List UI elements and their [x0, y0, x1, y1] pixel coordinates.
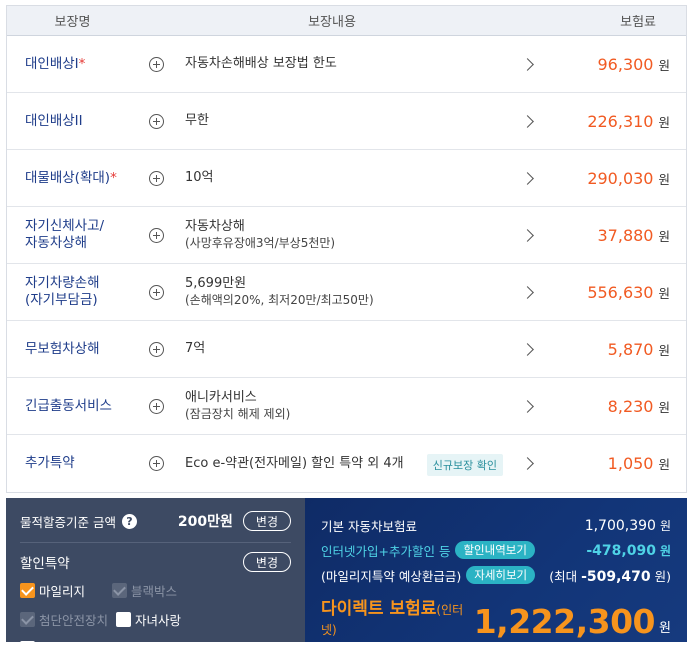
- coverage-content: 자동차상해 (사망후유장애3억/부상5천만): [185, 219, 336, 250]
- discount-checkbox: 블랙박스: [112, 581, 204, 600]
- discount-checkboxes: 마일리지블랙박스첨단안전장치자녀사랑티맵: [20, 581, 291, 647]
- coverage-content: 무한: [185, 113, 209, 128]
- checkbox-icon[interactable]: [116, 612, 131, 627]
- coverage-table: 보장명 보장내용 보험료 대인배상I* 자동차손해배상 보장법 한도 96,300 원…: [6, 5, 687, 493]
- plus-circle-icon[interactable]: [148, 113, 164, 129]
- coverage-premium: 290,030 원: [587, 168, 670, 188]
- plus-circle-icon[interactable]: [148, 56, 164, 72]
- chevron-right-icon[interactable]: [520, 57, 534, 71]
- coverage-premium: 37,880 원: [597, 225, 671, 245]
- view-discount-button[interactable]: 할인내역보기: [455, 541, 535, 559]
- table-row[interactable]: 대인배상II 무한 226,310 원: [7, 93, 686, 150]
- direct-premium-value: 1,222,300: [473, 602, 656, 641]
- coverage-name: 자기신체사고/ 자동차상해: [25, 218, 105, 251]
- plus-circle-icon[interactable]: [148, 341, 164, 357]
- coverage-content: 7억: [185, 341, 206, 356]
- coverage-premium: 8,230 원: [607, 396, 670, 416]
- chevron-right-icon[interactable]: [520, 171, 534, 185]
- chevron-right-icon[interactable]: [520, 285, 534, 299]
- property-threshold-label: 물적할증기준 금액: [20, 514, 116, 530]
- required-mark: *: [110, 169, 117, 186]
- change-discount-button[interactable]: 변경: [242, 552, 291, 572]
- discount-checkbox: 첨단안전장치: [20, 610, 116, 629]
- header-premium: 보험료: [620, 15, 656, 30]
- checkbox-icon: [20, 612, 35, 627]
- chevron-right-icon[interactable]: [520, 114, 534, 128]
- total-panel: 기본 자동차보험료 1,700,390 원 인터넷가입+추가할인 등 할인내역보기…: [305, 498, 687, 642]
- table-row[interactable]: 무보험차상해 7억 5,870 원: [7, 321, 686, 378]
- base-premium-value: 1,700,390: [584, 517, 656, 534]
- plus-circle-icon[interactable]: [148, 170, 164, 186]
- new-coverage-badge[interactable]: 신규보장 확인: [426, 453, 503, 476]
- checkbox-icon[interactable]: [20, 583, 35, 598]
- chevron-right-icon[interactable]: [520, 399, 534, 413]
- chevron-right-icon[interactable]: [520, 228, 534, 242]
- discount-rider-label: 할인특약: [20, 556, 70, 572]
- plus-circle-icon[interactable]: [148, 227, 164, 243]
- direct-premium-label: 다이렉트 보험료: [321, 599, 437, 619]
- mileage-refund-label: (마일리지특약 예상환급금): [321, 568, 462, 584]
- coverage-premium: 226,310 원: [587, 111, 670, 131]
- coverage-name: 긴급출동서비스: [25, 397, 112, 414]
- help-icon[interactable]: ?: [121, 513, 137, 529]
- table-body: 대인배상I* 자동차손해배상 보장법 한도 96,300 원대인배상II 무한 226,3…: [7, 36, 686, 492]
- table-row[interactable]: 긴급출동서비스 애니카서비스 (잠금장치 해제 제외) 8,230 원: [7, 378, 686, 435]
- discount-checkbox[interactable]: 자녀사랑: [116, 610, 208, 629]
- discount-checkbox[interactable]: 티맵: [20, 639, 112, 647]
- discount-value: -478,090: [586, 542, 656, 559]
- table-row[interactable]: 자기차량손해 (자기부담금) 5,699만원 (손해액의20%, 최저20만/최고5…: [7, 264, 686, 321]
- coverage-premium: 5,870 원: [607, 339, 670, 359]
- header-name: 보장명: [54, 15, 91, 30]
- chevron-right-icon[interactable]: [520, 457, 534, 470]
- property-threshold-value: 200만원: [177, 514, 233, 530]
- coverage-content: 애니카서비스 (잠금장치 해제 제외): [185, 390, 291, 421]
- table-row[interactable]: 추가특약 Eco e-약관(전자메일) 할인 특약 외 4개 신규보장 확인 1,05…: [7, 435, 686, 492]
- discount-label: 인터넷가입+추가할인 등: [321, 543, 451, 559]
- options-panel: 물적할증기준 금액 ? 200만원 변경 할인특약 변경 마일리지 블랙박스첨단안…: [6, 498, 305, 647]
- coverage-premium: 556,630 원: [587, 282, 670, 302]
- chevron-right-icon[interactable]: [520, 342, 534, 356]
- table-row[interactable]: 대인배상I* 자동차손해배상 보장법 한도 96,300 원: [7, 36, 686, 93]
- divider: [20, 542, 291, 543]
- premium-summary: 물적할증기준 금액 ? 200만원 변경 할인특약 변경 마일리지 블랙박스첨단안…: [6, 498, 687, 647]
- change-threshold-button[interactable]: 변경: [242, 511, 291, 531]
- plus-circle-icon[interactable]: [148, 456, 164, 471]
- coverage-content: 5,699만원 (손해액의20%, 최저20만/최고50만): [185, 276, 374, 307]
- coverage-premium: 96,300 원: [597, 54, 671, 74]
- header-content: 보장내용: [308, 15, 356, 30]
- plus-circle-icon[interactable]: [148, 284, 164, 300]
- coverage-name: 대인배상II: [25, 112, 83, 129]
- table-header: 보장명 보장내용 보험료: [7, 6, 686, 36]
- coverage-name: 대인배상I*: [25, 55, 86, 72]
- coverage-name: 무보험차상해: [25, 340, 100, 357]
- coverage-premium: 1,050 원: [607, 454, 670, 473]
- coverage-name: 추가특약: [25, 455, 75, 471]
- coverage-name: 자기차량손해 (자기부담금): [25, 275, 100, 308]
- view-mileage-button[interactable]: 자세히보기: [466, 566, 536, 584]
- coverage-name: 대물배상(확대)*: [25, 169, 117, 186]
- checkbox-icon: [112, 583, 127, 598]
- mileage-refund-value: -509,470: [581, 568, 651, 585]
- required-mark: *: [78, 55, 86, 72]
- table-row[interactable]: 자기신체사고/ 자동차상해 자동차상해 (사망후유장애3억/부상5천만) 37,880…: [7, 207, 686, 264]
- checkbox-icon[interactable]: [20, 641, 35, 647]
- discount-checkbox[interactable]: 마일리지: [20, 581, 112, 600]
- plus-circle-icon[interactable]: [148, 398, 164, 414]
- coverage-content: 자동차손해배상 보장법 한도: [185, 56, 337, 71]
- coverage-content: 10억: [185, 170, 214, 185]
- base-premium-label: 기본 자동차보험료: [321, 518, 417, 534]
- table-row[interactable]: 대물배상(확대)* 10억 290,030 원: [7, 150, 686, 207]
